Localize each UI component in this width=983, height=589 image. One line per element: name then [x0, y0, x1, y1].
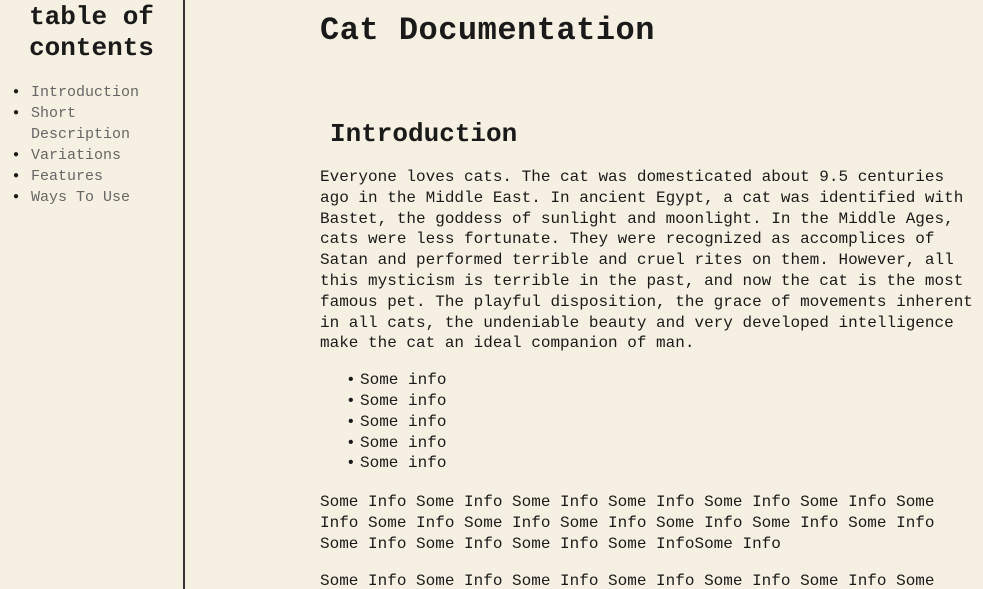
toc-item-features[interactable]: Features — [13, 166, 178, 187]
toc-item-label: Variations — [31, 147, 121, 164]
table-of-contents: table of contents Introduction Short Des… — [0, 0, 185, 589]
info-bullet-list: Some info Some info Some info Some info … — [320, 370, 973, 474]
toc-item-label: Features — [31, 168, 103, 185]
info-paragraph-2: Some Info Some Info Some Info Some Info … — [320, 571, 973, 589]
list-item: Some info — [346, 433, 973, 454]
list-item: Some info — [346, 391, 973, 412]
intro-paragraph: Everyone loves cats. The cat was domesti… — [320, 167, 973, 354]
toc-item-label: Ways To Use — [31, 189, 130, 206]
section-title-introduction: Introduction — [330, 119, 973, 149]
info-paragraph-1: Some Info Some Info Some Info Some Info … — [320, 492, 973, 554]
toc-item-short-description[interactable]: Short Description — [13, 103, 178, 145]
toc-item-ways-to-use[interactable]: Ways To Use — [13, 187, 178, 208]
toc-list: Introduction Short Description Variation… — [5, 82, 178, 208]
list-item: Some info — [346, 412, 973, 433]
page-title: Cat Documentation — [320, 12, 973, 49]
toc-item-label: Short Description — [31, 105, 130, 143]
list-item: Some info — [346, 370, 973, 391]
toc-item-variations[interactable]: Variations — [13, 145, 178, 166]
toc-title: table of contents — [5, 0, 178, 64]
toc-item-introduction[interactable]: Introduction — [13, 82, 178, 103]
list-item: Some info — [346, 453, 973, 474]
main-content: Cat Documentation Introduction Everyone … — [185, 0, 983, 589]
toc-item-label: Introduction — [31, 84, 139, 101]
